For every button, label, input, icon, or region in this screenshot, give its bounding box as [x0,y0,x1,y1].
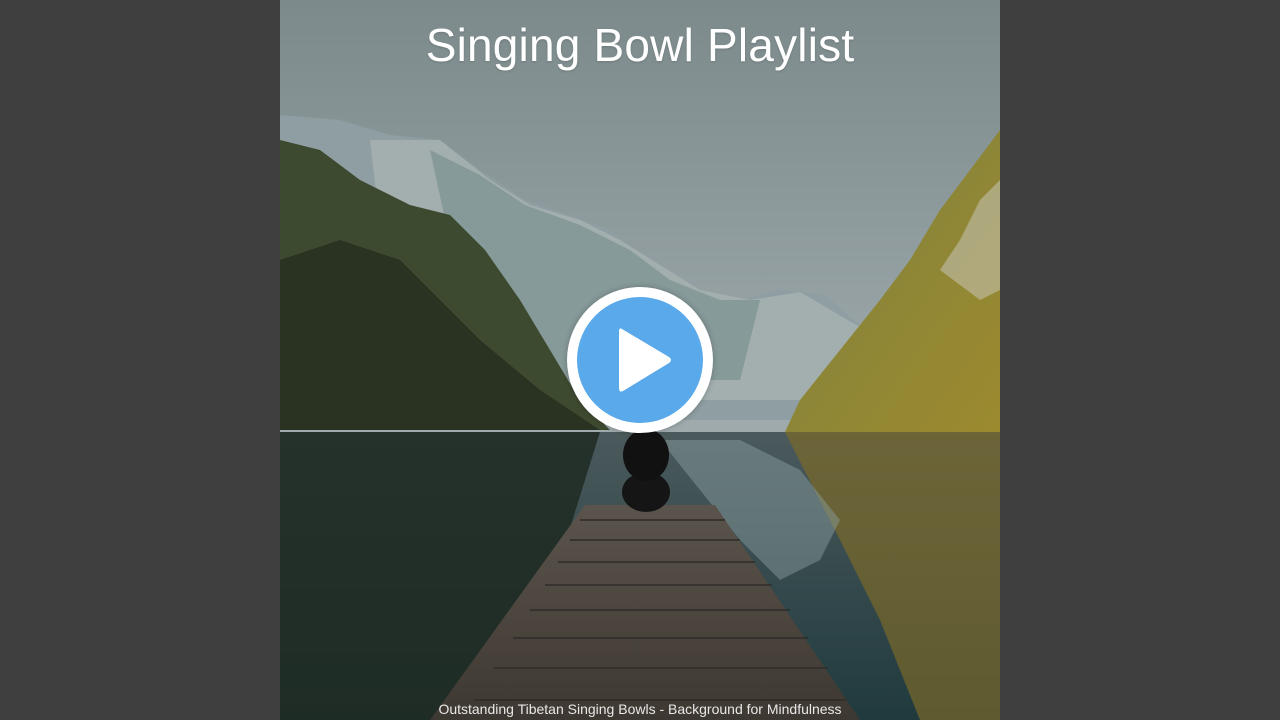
track-title: Outstanding Tibetan Singing Bowls - Back… [438,701,842,717]
play-icon [619,328,671,392]
play-button[interactable] [567,287,713,433]
video-player[interactable]: Singing Bowl Playlist Outstanding Tibeta… [0,0,1280,720]
album-title: Singing Bowl Playlist [425,19,855,71]
